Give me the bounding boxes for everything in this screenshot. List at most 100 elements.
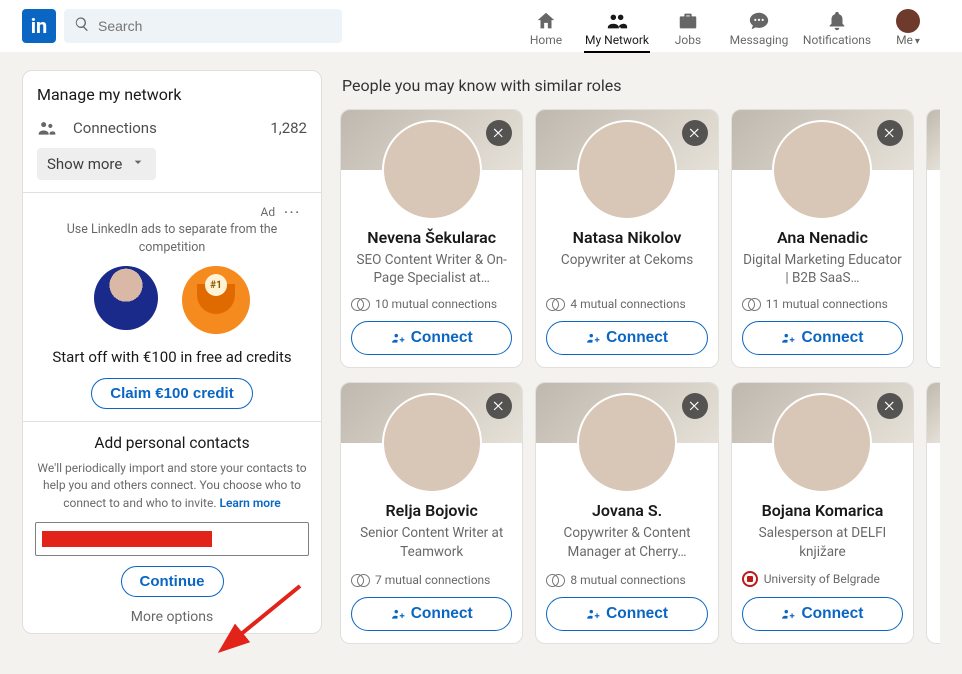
mutual-row: 8 mutual connections — [546, 573, 707, 587]
person-card-peek[interactable] — [926, 109, 940, 368]
person-name[interactable]: Ana Nenadic — [742, 228, 903, 247]
profile-avatar[interactable] — [577, 393, 677, 493]
connect-button[interactable]: Connect — [742, 321, 903, 355]
person-card: Jovana S. Copywriter & Content Manager a… — [535, 382, 718, 643]
nav-jobs[interactable]: Jobs — [656, 5, 720, 47]
nav-home-label: Home — [514, 33, 578, 47]
connect-button[interactable]: Connect — [351, 321, 512, 355]
connections-count: 1,282 — [270, 119, 307, 137]
continue-button[interactable]: Continue — [121, 566, 224, 597]
mutual-text: 7 mutual connections — [375, 573, 490, 587]
person-card: Bojana Komarica Salesperson at DELFI knj… — [731, 382, 914, 643]
nav-messaging[interactable]: Messaging — [720, 5, 798, 47]
university-icon — [742, 571, 758, 587]
mutual-icon — [546, 298, 564, 310]
nav-jobs-label: Jobs — [656, 33, 720, 47]
trophy-badge: #1 — [205, 274, 227, 296]
mutual-row: 11 mutual connections — [742, 297, 903, 311]
person-subtitle: Senior Content Writer at Teamwork — [351, 524, 512, 560]
nav-my-network[interactable]: My Network — [578, 5, 656, 47]
profile-avatar[interactable] — [577, 120, 677, 220]
mutual-row: 7 mutual connections — [351, 573, 512, 587]
section-title: People you may know with similar roles — [342, 76, 940, 95]
person-name[interactable]: Natasa Nikolov — [546, 228, 707, 247]
manage-network-title: Manage my network — [37, 85, 307, 104]
mutual-icon — [351, 574, 369, 586]
ad-person-image — [94, 266, 158, 330]
person-card: Ana Nenadic Digital Marketing Educator |… — [731, 109, 914, 368]
dismiss-button[interactable] — [877, 120, 903, 146]
connect-button[interactable]: Connect — [351, 597, 512, 631]
connections-row[interactable]: Connections 1,282 — [37, 118, 307, 138]
mutual-row: 4 mutual connections — [546, 297, 707, 311]
profile-avatar[interactable] — [382, 393, 482, 493]
mutual-text: 10 mutual connections — [375, 297, 497, 311]
person-name[interactable]: Nevena Šekularac — [351, 228, 512, 247]
mutual-text: 8 mutual connections — [570, 573, 685, 587]
nav-notifications[interactable]: Notifications — [798, 5, 876, 47]
person-subtitle: Copywriter & Content Manager at Cherry… — [546, 524, 707, 560]
search-icon — [74, 16, 90, 36]
manage-network-card: Manage my network Connections 1,282 Show… — [22, 70, 322, 634]
person-subtitle: Salesperson at DELFI knjižare — [742, 524, 903, 560]
person-name[interactable]: Jovana S. — [546, 501, 707, 520]
show-more-button[interactable]: Show more — [37, 148, 156, 180]
search-box[interactable] — [64, 9, 342, 43]
person-card: Natasa Nikolov Copywriter at Cekoms 4 mu… — [535, 109, 718, 368]
connections-label: Connections — [73, 119, 157, 137]
mutual-row: 10 mutual connections — [351, 297, 512, 311]
mutual-text: 11 mutual connections — [766, 297, 888, 311]
person-name[interactable]: Relja Bojovic — [351, 501, 512, 520]
profile-avatar[interactable] — [382, 120, 482, 220]
email-input[interactable] — [35, 522, 309, 556]
nav-network-label: My Network — [578, 33, 656, 47]
person-card: Relja Bojovic Senior Content Writer at T… — [340, 382, 523, 643]
ad-label: Ad — [261, 205, 276, 219]
ad-headline: Start off with €100 in free ad credits — [37, 348, 307, 366]
connections-icon — [37, 118, 59, 138]
more-options-link[interactable]: More options — [37, 609, 307, 625]
connect-button[interactable]: Connect — [546, 321, 707, 355]
mutual-text: 4 mutual connections — [570, 297, 685, 311]
person-name[interactable]: Bojana Komarica — [742, 501, 903, 520]
briefcase-icon — [656, 9, 720, 33]
nav-notifications-label: Notifications — [798, 33, 876, 47]
dismiss-button[interactable] — [682, 120, 708, 146]
contacts-desc: We'll periodically import and store your… — [37, 460, 307, 512]
profile-avatar[interactable] — [772, 120, 872, 220]
chevron-down-icon — [130, 154, 146, 174]
person-subtitle: Copywriter at Cekoms — [546, 251, 707, 287]
connect-button[interactable]: Connect — [546, 597, 707, 631]
person-card: Nevena Šekularac SEO Content Writer & On… — [340, 109, 523, 368]
overflow-icon[interactable]: ··· — [284, 205, 301, 219]
chat-icon — [720, 9, 798, 33]
people-icon — [578, 9, 656, 33]
nav-me[interactable]: Me▾ — [876, 5, 940, 47]
nav-home[interactable]: Home — [514, 5, 578, 47]
mutual-icon — [742, 298, 760, 310]
bell-icon — [798, 9, 876, 33]
nav-me-label: Me — [896, 33, 913, 47]
connect-button[interactable]: Connect — [742, 597, 903, 631]
user-avatar-icon — [896, 9, 920, 33]
search-input[interactable] — [98, 18, 332, 34]
mutual-icon — [351, 298, 369, 310]
email-redacted — [42, 531, 212, 547]
caret-down-icon: ▾ — [915, 36, 920, 47]
claim-credit-button[interactable]: Claim €100 credit — [91, 378, 252, 409]
mutual-text: University of Belgrade — [764, 572, 880, 586]
ad-subtext: Use LinkedIn ads to separate from the co… — [43, 221, 301, 256]
person-card-peek[interactable] — [926, 382, 940, 643]
mutual-icon — [546, 574, 564, 586]
contacts-title: Add personal contacts — [37, 434, 307, 452]
show-more-label: Show more — [47, 155, 122, 173]
profile-avatar[interactable] — [772, 393, 872, 493]
top-nav: in Home My Network Jobs Messaging Notifi… — [0, 0, 962, 52]
linkedin-logo[interactable]: in — [22, 9, 56, 43]
mutual-row: University of Belgrade — [742, 571, 903, 587]
home-icon — [514, 9, 578, 33]
person-subtitle: SEO Content Writer & On-Page Specialist … — [351, 251, 512, 287]
person-subtitle: Digital Marketing Educator | B2B SaaS… — [742, 251, 903, 287]
learn-more-link[interactable]: Learn more — [219, 496, 280, 510]
nav-messaging-label: Messaging — [720, 33, 798, 47]
